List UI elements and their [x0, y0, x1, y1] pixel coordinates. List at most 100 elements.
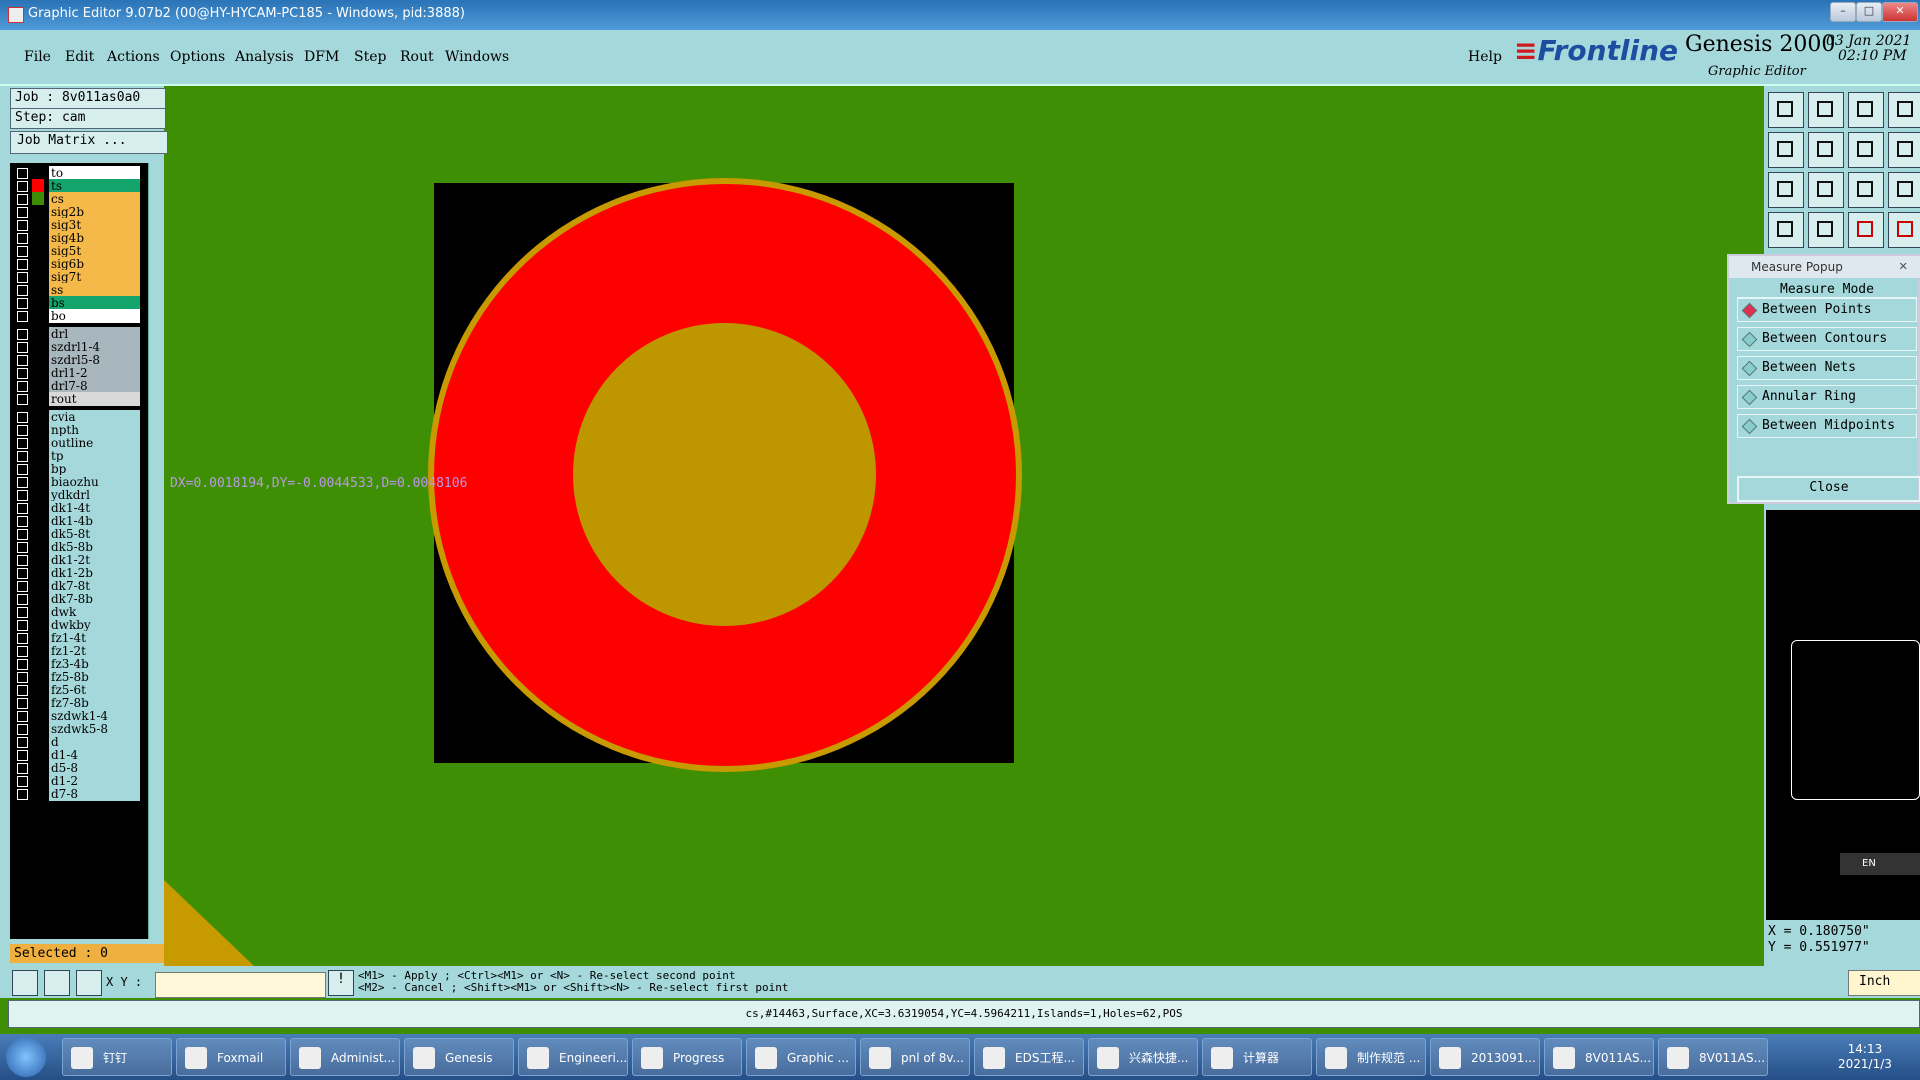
layer-name[interactable]: cvia: [49, 410, 140, 424]
layer-name[interactable]: dk1-2b: [49, 566, 140, 580]
layer-name[interactable]: tp: [49, 449, 140, 463]
layer-name[interactable]: ydkdrl: [49, 488, 140, 502]
layer-name[interactable]: fz7-8b: [49, 696, 140, 710]
taskbar-item[interactable]: 8V011AS...: [1658, 1038, 1768, 1076]
layer-checkbox[interactable]: [17, 594, 28, 605]
layer-name[interactable]: ss: [49, 283, 140, 297]
minimize-button[interactable]: –: [1830, 2, 1856, 22]
mode-between-points[interactable]: Between Points: [1737, 298, 1917, 322]
layer-name[interactable]: dk5-8t: [49, 527, 140, 541]
taskbar-item[interactable]: pnl of 8v...: [860, 1038, 970, 1076]
system-clock[interactable]: 14:13 2021/1/3: [1838, 1042, 1892, 1072]
window-layout-icon[interactable]: [1888, 92, 1920, 128]
layer-name[interactable]: sig2b: [49, 205, 140, 219]
layer-name[interactable]: d5-8: [49, 761, 140, 775]
mode-annular-ring[interactable]: Annular Ring: [1737, 385, 1917, 409]
start-button[interactable]: [6, 1037, 46, 1077]
layer-checkbox[interactable]: [17, 646, 28, 657]
menu-step[interactable]: Step: [354, 49, 386, 65]
help-icon[interactable]: [1888, 172, 1920, 208]
taskbar-item[interactable]: 计算器: [1202, 1038, 1312, 1076]
layer-name[interactable]: sig7t: [49, 270, 140, 284]
menu-options[interactable]: Options: [170, 49, 225, 65]
taskbar-item[interactable]: EDS工程...: [974, 1038, 1084, 1076]
layer-checkbox[interactable]: [17, 672, 28, 683]
layer-checkbox[interactable]: [17, 438, 28, 449]
layer-name[interactable]: bp: [49, 462, 140, 476]
layer-name[interactable]: sig5t: [49, 244, 140, 258]
layer-checkbox[interactable]: [17, 620, 28, 631]
layer-checkbox[interactable]: [17, 259, 28, 270]
layer-checkbox[interactable]: [17, 607, 28, 618]
layer-name[interactable]: biaozhu: [49, 475, 140, 489]
layer-name[interactable]: szdrl1-4: [49, 340, 140, 354]
layer-checkbox[interactable]: [17, 298, 28, 309]
zoom-one-to-two-icon[interactable]: [1848, 172, 1884, 208]
layer-name[interactable]: d1-2: [49, 774, 140, 788]
layer-checkbox[interactable]: [17, 233, 28, 244]
pan-right-icon[interactable]: [1808, 132, 1844, 168]
layer-checkbox[interactable]: [17, 776, 28, 787]
measure-icon[interactable]: [1888, 212, 1920, 248]
layer-name[interactable]: dwkby: [49, 618, 140, 632]
job-matrix-button[interactable]: Job Matrix ...: [10, 131, 168, 154]
taskbar-item[interactable]: Engineeri...: [518, 1038, 628, 1076]
layer-scrollbar[interactable]: [148, 163, 161, 939]
layers-icon[interactable]: [1768, 212, 1804, 248]
layer-name[interactable]: drl: [49, 327, 140, 341]
measure-close-button[interactable]: Close: [1737, 476, 1920, 502]
layer-checkbox[interactable]: [17, 394, 28, 405]
home-view-icon[interactable]: [1848, 92, 1884, 128]
layer-name[interactable]: dwk: [49, 605, 140, 619]
menu-actions[interactable]: Actions: [107, 49, 160, 65]
taskbar-item[interactable]: 2013091...: [1430, 1038, 1540, 1076]
menu-help[interactable]: Help: [1468, 49, 1502, 65]
layer-checkbox[interactable]: [17, 194, 28, 205]
layer-checkbox[interactable]: [17, 451, 28, 462]
zoom-center-icon[interactable]: [1808, 172, 1844, 208]
edit-mode-icon[interactable]: [44, 970, 70, 996]
layer-name[interactable]: fz1-4t: [49, 631, 140, 645]
ime-indicator[interactable]: EN: [1840, 853, 1920, 875]
layer-checkbox[interactable]: [17, 246, 28, 257]
layer-name[interactable]: npth: [49, 423, 140, 437]
menu-dfm[interactable]: DFM: [304, 49, 339, 65]
menu-edit[interactable]: Edit: [65, 49, 94, 65]
mode-between-contours[interactable]: Between Contours: [1737, 327, 1917, 351]
layer-checkbox[interactable]: [17, 750, 28, 761]
pan-left-icon[interactable]: [1768, 132, 1804, 168]
layer-checkbox[interactable]: [17, 633, 28, 644]
layer-checkbox[interactable]: [17, 220, 28, 231]
layer-checkbox[interactable]: [17, 724, 28, 735]
layer-checkbox[interactable]: [17, 181, 28, 192]
layer-checkbox[interactable]: [17, 659, 28, 670]
layer-name[interactable]: ts: [49, 179, 140, 193]
layer-name[interactable]: fz5-8b: [49, 670, 140, 684]
taskbar-item[interactable]: 钉钉: [62, 1038, 172, 1076]
units-selector[interactable]: Inch: [1848, 970, 1920, 996]
layer-name[interactable]: fz1-2t: [49, 644, 140, 658]
taskbar-item[interactable]: Graphic ...: [746, 1038, 856, 1076]
layer-name[interactable]: cs: [49, 192, 140, 206]
layer-name[interactable]: to: [49, 166, 140, 180]
layer-checkbox[interactable]: [17, 477, 28, 488]
taskbar-item[interactable]: Administ...: [290, 1038, 400, 1076]
layer-name[interactable]: dk7-8t: [49, 579, 140, 593]
layer-row[interactable]: bo: [10, 309, 148, 324]
layer-checkbox[interactable]: [17, 285, 28, 296]
zoom-box-icon[interactable]: [1848, 132, 1884, 168]
layer-checkbox[interactable]: [17, 516, 28, 527]
layer-checkbox[interactable]: [17, 529, 28, 540]
taskbar-item[interactable]: Genesis: [404, 1038, 514, 1076]
layer-checkbox[interactable]: [17, 763, 28, 774]
layer-name[interactable]: outline: [49, 436, 140, 450]
zoom-fit-icon[interactable]: [1768, 172, 1804, 208]
layer-checkbox[interactable]: [17, 685, 28, 696]
taskbar-item[interactable]: Progress: [632, 1038, 742, 1076]
layer-name[interactable]: szdrl5-8: [49, 353, 140, 367]
layer-checkbox[interactable]: [17, 789, 28, 800]
layer-checkbox[interactable]: [17, 464, 28, 475]
close-window-button[interactable]: ✕: [1882, 2, 1918, 22]
layer-checkbox[interactable]: [17, 503, 28, 514]
layer-checkbox[interactable]: [17, 342, 28, 353]
